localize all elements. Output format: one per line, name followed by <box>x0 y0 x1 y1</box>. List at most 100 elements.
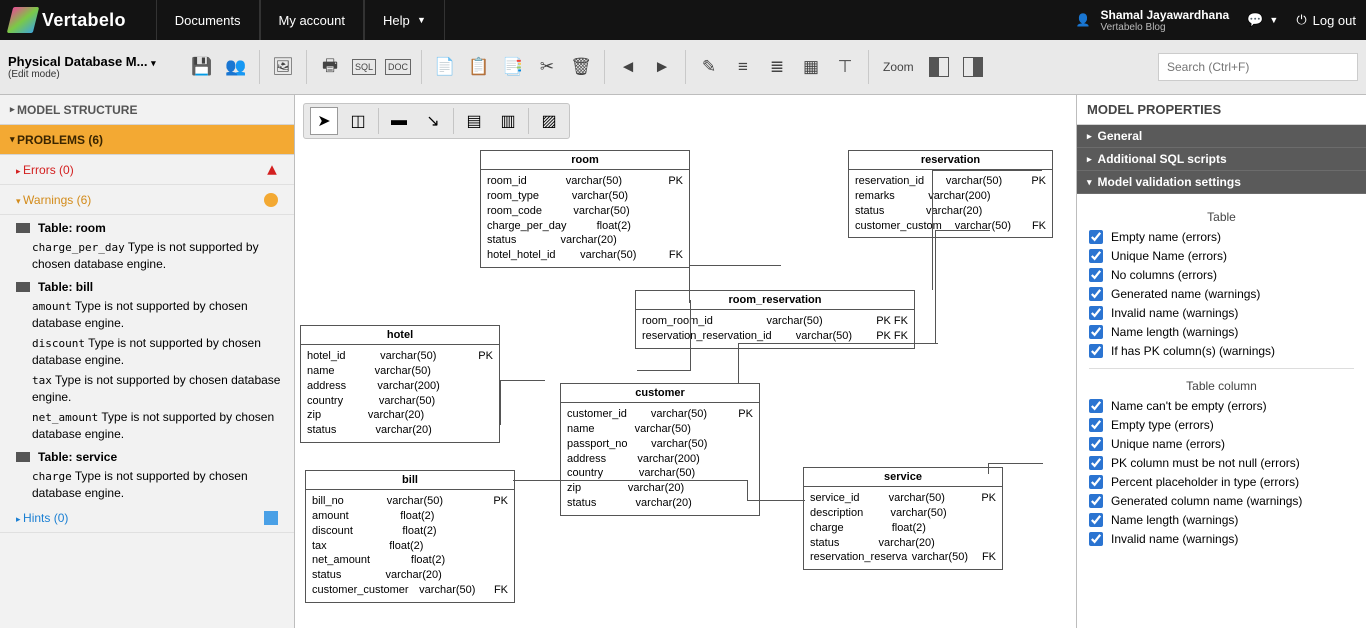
area-tool-icon[interactable]: ▨ <box>535 107 563 135</box>
image-export-icon[interactable]: 🖼 <box>268 52 298 82</box>
issue-line[interactable]: tax Type is not supported by chosen data… <box>0 370 294 407</box>
entity-column[interactable]: taxfloat(2) <box>312 539 508 554</box>
section-model-structure[interactable]: ▸ MODEL STRUCTURE <box>0 95 294 125</box>
pointer-tool-icon[interactable]: ➤ <box>310 107 338 135</box>
checkbox[interactable] <box>1089 399 1103 413</box>
acc-scripts[interactable]: ▸Additional SQL scripts <box>1077 148 1366 171</box>
entity-column[interactable]: countryvarchar(50) <box>567 466 753 481</box>
entity-column[interactable]: room_idvarchar(50)PK <box>487 174 683 189</box>
search-input[interactable] <box>1158 53 1358 81</box>
checkbox[interactable] <box>1089 306 1103 320</box>
edit-icon[interactable]: ✎ <box>694 52 724 82</box>
entity-column[interactable]: statusvarchar(20) <box>567 496 753 511</box>
validation-check[interactable]: Invalid name (warnings) <box>1089 532 1354 546</box>
entity-column[interactable]: customer_idvarchar(50)PK <box>567 407 753 422</box>
entity-bill[interactable]: billbill_novarchar(50)PKamountfloat(2)di… <box>305 470 515 603</box>
share-icon[interactable]: 👥 <box>221 52 251 82</box>
reference-tool-icon[interactable]: ↘ <box>419 107 447 135</box>
entity-room-reservation[interactable]: room_reservationroom_room_idvarchar(50)P… <box>635 290 915 349</box>
entity-column[interactable]: net_amountfloat(2) <box>312 553 508 568</box>
entity-column[interactable]: remarksvarchar(200) <box>855 189 1046 204</box>
cut-icon[interactable]: ✂ <box>532 52 562 82</box>
entity-column[interactable]: chargefloat(2) <box>810 521 996 536</box>
align-center-icon[interactable]: ≣ <box>762 52 792 82</box>
entity-column[interactable]: descriptionvarchar(50) <box>810 506 996 521</box>
entity-column[interactable]: statusvarchar(20) <box>810 536 996 551</box>
sql-export-icon[interactable]: SQL <box>349 52 379 82</box>
validation-check[interactable]: If has PK column(s) (warnings) <box>1089 344 1354 358</box>
entity-column[interactable]: statusvarchar(20) <box>312 568 508 583</box>
save-icon[interactable]: 💾 <box>187 52 217 82</box>
entity-column[interactable]: zipvarchar(20) <box>567 481 753 496</box>
redo-icon[interactable]: ► <box>647 52 677 82</box>
nav-my-account[interactable]: My account <box>260 0 364 40</box>
issue-group[interactable]: Table: service <box>0 444 294 466</box>
entity-column[interactable]: statusvarchar(20) <box>855 204 1046 219</box>
chat-icon[interactable]: 💬 ▼ <box>1247 12 1278 28</box>
marquee-tool-icon[interactable]: ◫ <box>344 107 372 135</box>
zoom-panel1-icon[interactable] <box>924 52 954 82</box>
entity-reservation[interactable]: reservationreservation_idvarchar(50)PKre… <box>848 150 1053 238</box>
validation-check[interactable]: Empty type (errors) <box>1089 418 1354 432</box>
validation-check[interactable]: Empty name (errors) <box>1089 230 1354 244</box>
validation-check[interactable]: No columns (errors) <box>1089 268 1354 282</box>
acc-general[interactable]: ▸General <box>1077 125 1366 148</box>
validation-check[interactable]: Percent placeholder in type (errors) <box>1089 475 1354 489</box>
checkbox[interactable] <box>1089 475 1103 489</box>
validation-check[interactable]: Name can't be empty (errors) <box>1089 399 1354 413</box>
checkbox[interactable] <box>1089 268 1103 282</box>
entity-column[interactable]: room_typevarchar(50) <box>487 189 683 204</box>
validation-check[interactable]: PK column must be not null (errors) <box>1089 456 1354 470</box>
validation-check[interactable]: Invalid name (warnings) <box>1089 306 1354 320</box>
paste-icon[interactable]: 📋 <box>464 52 494 82</box>
entity-column[interactable]: customer_customervarchar(50)FK <box>312 583 508 598</box>
validation-check[interactable]: Generated name (warnings) <box>1089 287 1354 301</box>
entity-column[interactable]: namevarchar(50) <box>307 364 493 379</box>
issue-line[interactable]: charge_per_day Type is not supported by … <box>0 237 294 274</box>
entity-column[interactable]: addressvarchar(200) <box>307 379 493 394</box>
issue-group[interactable]: Table: bill <box>0 274 294 296</box>
entity-column[interactable]: statusvarchar(20) <box>307 423 493 438</box>
print-icon[interactable]: 🖶 <box>315 52 345 82</box>
entity-service[interactable]: serviceservice_idvarchar(50)PKdescriptio… <box>803 467 1003 570</box>
issue-line[interactable]: amount Type is not supported by chosen d… <box>0 296 294 333</box>
doc-export-icon[interactable]: DOC <box>383 52 413 82</box>
entity-column[interactable]: reservation_reservavarchar(50)FK <box>810 550 996 565</box>
checkbox[interactable] <box>1089 418 1103 432</box>
copy-icon[interactable]: 📄 <box>430 52 460 82</box>
issue-group[interactable]: Table: room <box>0 215 294 237</box>
validation-check[interactable]: Unique Name (errors) <box>1089 249 1354 263</box>
entity-column[interactable]: hotel_hotel_idvarchar(50)FK <box>487 248 683 263</box>
entity-column[interactable]: reservation_reservation_idvarchar(50)PK … <box>642 329 908 344</box>
entity-hotel[interactable]: hotelhotel_idvarchar(50)PKnamevarchar(50… <box>300 325 500 443</box>
clipboard-icon[interactable]: 📑 <box>498 52 528 82</box>
nav-help[interactable]: Help ▼ <box>364 0 445 40</box>
zoom-panel2-icon[interactable] <box>958 52 988 82</box>
validation-check[interactable]: Unique name (errors) <box>1089 437 1354 451</box>
entity-column[interactable]: room_room_idvarchar(50)PK FK <box>642 314 908 329</box>
entity-customer[interactable]: customercustomer_idvarchar(50)PKnamevarc… <box>560 383 760 516</box>
logo[interactable]: Vertabelo <box>10 7 126 33</box>
checkbox[interactable] <box>1089 513 1103 527</box>
note-tool-icon[interactable]: ▥ <box>494 107 522 135</box>
table-tool-icon[interactable]: ▬ <box>385 107 413 135</box>
entity-column[interactable]: statusvarchar(20) <box>487 233 683 248</box>
nav-documents[interactable]: Documents <box>156 0 260 40</box>
checkbox[interactable] <box>1089 437 1103 451</box>
validation-check[interactable]: Generated column name (warnings) <box>1089 494 1354 508</box>
entity-column[interactable]: addressvarchar(200) <box>567 452 753 467</box>
entity-column[interactable]: amountfloat(2) <box>312 509 508 524</box>
validation-check[interactable]: Name length (warnings) <box>1089 513 1354 527</box>
row-errors[interactable]: ▸ Errors (0) <box>0 155 294 185</box>
undo-icon[interactable]: ◄ <box>613 52 643 82</box>
row-warnings[interactable]: ▾ Warnings (6) <box>0 185 294 215</box>
entity-column[interactable]: charge_per_dayfloat(2) <box>487 219 683 234</box>
align-top-icon[interactable]: ⊤ <box>830 52 860 82</box>
entity-column[interactable]: room_codevarchar(50) <box>487 204 683 219</box>
user-block[interactable]: 👤 Shamal Jayawardhana Vertabelo Blog <box>1076 8 1230 33</box>
entity-column[interactable]: passport_novarchar(50) <box>567 437 753 452</box>
section-problems[interactable]: ▾ PROBLEMS (6) <box>0 125 294 155</box>
issue-line[interactable]: discount Type is not supported by chosen… <box>0 333 294 370</box>
entity-column[interactable]: discountfloat(2) <box>312 524 508 539</box>
checkbox[interactable] <box>1089 456 1103 470</box>
